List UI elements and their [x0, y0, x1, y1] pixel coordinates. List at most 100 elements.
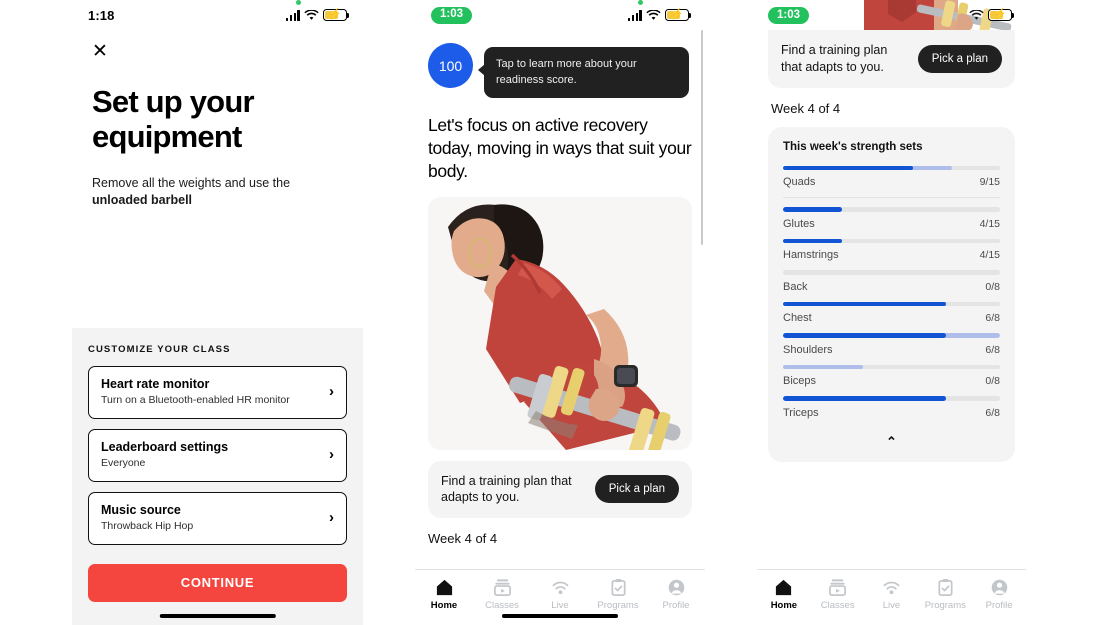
strength-set-row: Glutes 4/15: [783, 207, 1000, 230]
recording-time-pill: 1:03: [431, 6, 473, 24]
training-plan-card: Find a training plan that adapts to you.…: [428, 460, 692, 519]
nav-label: Home: [430, 600, 458, 611]
strength-set-name: Chest: [783, 312, 812, 325]
battery-charging-icon: ⚡: [323, 9, 350, 21]
nav-item-classes[interactable]: Classes: [473, 577, 531, 611]
nav-label: Classes: [820, 600, 855, 611]
progress-bar-primary: [783, 301, 946, 307]
training-plan-text: Find a training plan that adapts to you.: [781, 43, 888, 74]
close-icon[interactable]: ✕: [92, 42, 114, 64]
strength-set-count: 4/15: [979, 249, 1000, 262]
strength-set-row: Shoulders 6/8: [783, 333, 1000, 356]
readiness-score-badge[interactable]: 100: [428, 43, 473, 88]
readiness-score-row: 100 Tap to learn more about your readine…: [428, 43, 692, 99]
phone-panel-readiness-home: 1:03 ⚡ 100 Tap to learn more about your …: [415, 0, 705, 625]
strength-set-count: 9/15: [979, 176, 1000, 189]
option-title: Music source: [101, 502, 181, 517]
strength-set-count: 6/8: [985, 343, 1000, 356]
strength-set-row: Back 0/8: [783, 270, 1000, 293]
nav-label: Programs: [597, 600, 639, 611]
cellular-signal-icon: [285, 10, 300, 21]
battery-charging-icon: ⚡: [665, 9, 692, 21]
progress-bar-primary: [783, 396, 946, 401]
programs-clipboard-icon: [608, 577, 628, 597]
nav-label: Profile: [662, 600, 690, 611]
phone-panel-equipment-setup: 1:18 ⚡ ✕ Set up your equipment Remove al…: [72, 0, 363, 625]
strength-set-name: Quads: [783, 176, 816, 189]
progress-bar-primary: [783, 165, 914, 171]
home-icon: [774, 577, 794, 597]
subtitle-lead: Remove all the weights and use the: [92, 175, 291, 190]
option-heart-rate-monitor[interactable]: Heart rate monitor Turn on a Bluetooth-e…: [88, 366, 347, 419]
training-plan-text: Find a training plan that adapts to you.: [441, 473, 572, 505]
status-time: 1:18: [88, 7, 115, 23]
continue-button[interactable]: CONTINUE: [88, 563, 347, 602]
strength-set-name: Back: [783, 280, 808, 293]
strength-set-meta: Quads 9/15: [783, 176, 1000, 188]
progress-bar-primary: [783, 333, 946, 338]
chevron-right-icon: ›: [329, 509, 334, 527]
woman-lifting-barbell-photo[interactable]: [428, 196, 692, 450]
strength-set-name: Glutes: [783, 217, 815, 230]
strength-set-row: Hamstrings 4/15: [783, 238, 1000, 262]
strength-set-count: 0/8: [985, 375, 1000, 388]
option-title: Leaderboard settings: [101, 439, 229, 454]
strength-set-meta: Back 0/8: [783, 281, 1000, 293]
section-label-customize: CUSTOMIZE YOUR CLASS: [88, 344, 231, 355]
nav-item-profile[interactable]: Profile: [972, 577, 1026, 611]
customize-class-panel: CUSTOMIZE YOUR CLASS Heart rate monitor …: [72, 328, 363, 625]
home-indicator: [159, 613, 276, 618]
recording-dot-icon: [295, 0, 301, 5]
status-icons: ⚡: [285, 0, 350, 21]
nav-item-programs[interactable]: Programs: [589, 577, 647, 611]
progress-bar: [783, 301, 1000, 307]
classes-icon: [492, 577, 512, 597]
chevron-right-icon: ›: [329, 446, 334, 464]
nav-label: Live: [551, 600, 569, 611]
progress-bar-secondary: [783, 364, 864, 370]
nav-item-profile[interactable]: Profile: [647, 577, 705, 611]
strength-set-meta: Biceps 0/8: [783, 375, 1000, 387]
training-plan-body: Find a training plan that adapts to you.…: [768, 30, 1015, 88]
strength-sets-card: This week's strength sets Quads 9/15 Glute…: [768, 126, 1015, 462]
strength-set-meta: Shoulders 6/8: [783, 344, 1000, 356]
progress-bar: [783, 238, 1000, 244]
readiness-tooltip[interactable]: Tap to learn more about your readiness s…: [478, 47, 689, 99]
wifi-icon: [969, 10, 984, 21]
nav-item-programs[interactable]: Programs: [918, 577, 972, 611]
strength-set-count: 6/8: [985, 312, 1000, 325]
progress-bar: [783, 270, 1000, 275]
strength-sets-title: This week's strength sets: [783, 140, 923, 153]
progress-bar: [783, 165, 1000, 171]
cellular-signal-icon: [627, 10, 642, 21]
subtitle-emphasis: unloaded barbell: [92, 193, 193, 208]
nav-label: Programs: [924, 600, 966, 611]
option-music-source[interactable]: Music source Throwback Hip Hop ›: [88, 491, 347, 545]
status-bar: 1:03 ⚡: [415, 0, 705, 30]
battery-charging-icon: ⚡: [988, 9, 1015, 21]
nav-item-home[interactable]: Home: [757, 577, 811, 611]
option-description: Everyone: [101, 457, 146, 470]
wifi-icon: [304, 10, 319, 21]
recovery-headline: Let's focus on active recovery today, mo…: [428, 115, 692, 182]
phone-panel-strength-sets: Find a training plan that adapts to you.…: [757, 0, 1026, 625]
progress-bar-primary: [783, 238, 842, 244]
option-description: Throwback Hip Hop: [101, 520, 194, 533]
strength-set-meta: Glutes 4/15: [783, 218, 1000, 230]
chevron-up-icon[interactable]: ⌃: [783, 428, 1000, 454]
classes-icon: [828, 577, 848, 597]
page-subtitle: Remove all the weights and use the unloa…: [92, 175, 343, 211]
live-wifi-icon: [550, 577, 570, 597]
strength-set-meta: Triceps 6/8: [783, 407, 1000, 419]
nav-item-live[interactable]: Live: [531, 577, 589, 611]
nav-item-home[interactable]: Home: [415, 577, 473, 611]
profile-person-icon: [666, 577, 686, 597]
strength-set-row: Quads 9/15: [783, 165, 1000, 188]
live-wifi-icon: [881, 577, 901, 597]
pick-a-plan-button[interactable]: Pick a plan: [917, 44, 1002, 73]
nav-item-live[interactable]: Live: [865, 577, 919, 611]
strength-set-row: Biceps 0/8: [783, 364, 1000, 387]
option-leaderboard-settings[interactable]: Leaderboard settings Everyone ›: [88, 428, 347, 482]
nav-item-classes[interactable]: Classes: [811, 577, 865, 611]
pick-a-plan-button[interactable]: Pick a plan: [594, 475, 679, 504]
